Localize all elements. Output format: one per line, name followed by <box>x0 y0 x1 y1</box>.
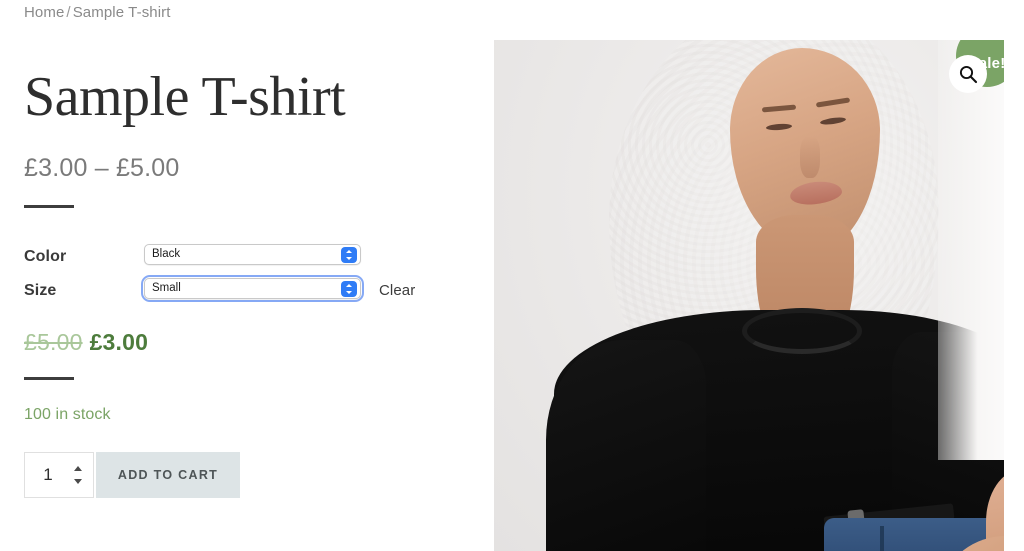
chevron-up-down-icon[interactable] <box>341 247 357 263</box>
variation-label-color: Color <box>24 248 67 265</box>
photo-jeans-seam <box>880 526 884 551</box>
add-to-cart-form: 1 Add to cart <box>24 452 240 498</box>
photo-collar <box>742 308 862 354</box>
quantity-input[interactable]: 1 <box>25 465 71 485</box>
product-summary: Home / Sample T-shirt Sample T-shirt £3.00… <box>24 0 470 551</box>
chevron-up-down-icon[interactable] <box>341 281 357 297</box>
breadcrumb-home-link[interactable]: Home <box>24 4 64 21</box>
zoom-image-button[interactable] <box>949 55 987 93</box>
variation-price: £5.00 £3.00 <box>24 329 148 356</box>
breadcrumb: Home / Sample T-shirt <box>24 4 171 21</box>
color-select[interactable]: Black <box>144 244 361 265</box>
page-title: Sample T-shirt <box>24 66 346 128</box>
chevron-up-icon[interactable] <box>74 466 82 471</box>
variations-form: Color Black Size Small Clear <box>24 244 444 311</box>
clear-variations-link[interactable]: Clear <box>379 282 415 299</box>
photo-sleeve-left <box>546 340 706 551</box>
product-gallery[interactable]: Sale! <box>494 40 1004 551</box>
regular-price: £5.00 <box>24 329 83 355</box>
product-page: Home / Sample T-shirt Sample T-shirt £3.00… <box>0 0 1024 551</box>
divider-top <box>24 205 74 208</box>
add-to-cart-button[interactable]: Add to cart <box>96 452 240 498</box>
size-select[interactable]: Small <box>144 278 361 299</box>
variation-row-color: Color Black <box>24 244 444 277</box>
divider-middle <box>24 377 74 380</box>
quantity-spinner-icon[interactable] <box>72 465 85 485</box>
magnifier-icon <box>959 65 978 84</box>
stock-status: 100 in stock <box>24 406 111 423</box>
size-select-value: Small <box>152 282 181 294</box>
photo-wall-right <box>938 40 1004 460</box>
quantity-stepper[interactable]: 1 <box>24 452 94 498</box>
variation-row-size: Size Small Clear <box>24 275 444 311</box>
breadcrumb-separator: / <box>66 4 71 21</box>
price-range: £3.00 – £5.00 <box>24 154 180 182</box>
size-select-wrapper[interactable]: Small <box>141 275 364 302</box>
breadcrumb-current: Sample T-shirt <box>72 4 171 21</box>
photo-nose <box>800 136 820 178</box>
variation-label-size: Size <box>24 282 57 299</box>
color-select-wrapper[interactable]: Black <box>144 244 361 265</box>
chevron-down-icon[interactable] <box>74 479 82 484</box>
product-image[interactable] <box>494 40 1004 551</box>
sale-price: £3.00 <box>89 329 149 355</box>
color-select-value: Black <box>152 248 181 260</box>
